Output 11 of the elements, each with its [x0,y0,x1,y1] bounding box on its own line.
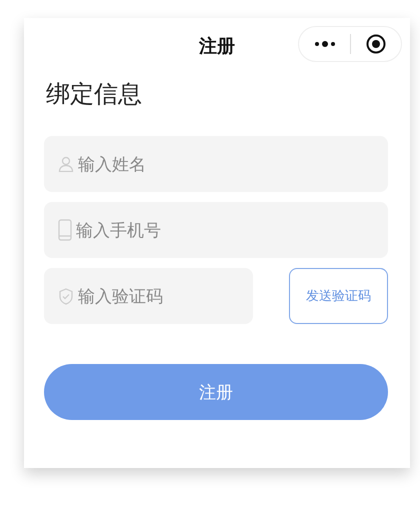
input-field[interactable]: 输入手机号 [44,202,388,258]
more-icon[interactable] [314,40,336,48]
register-button[interactable]: 注册 [44,364,388,420]
input-field[interactable]: 输入姓名 [44,136,388,192]
section-heading: 绑定信息 [46,79,143,110]
phone-icon [58,219,72,241]
shield-icon [58,288,74,304]
send-code-button[interactable]: 发送验证码 [289,268,388,324]
input-field[interactable]: 输入验证码 [44,268,253,324]
page-title: 注册 [199,35,235,58]
person-icon [58,156,74,172]
